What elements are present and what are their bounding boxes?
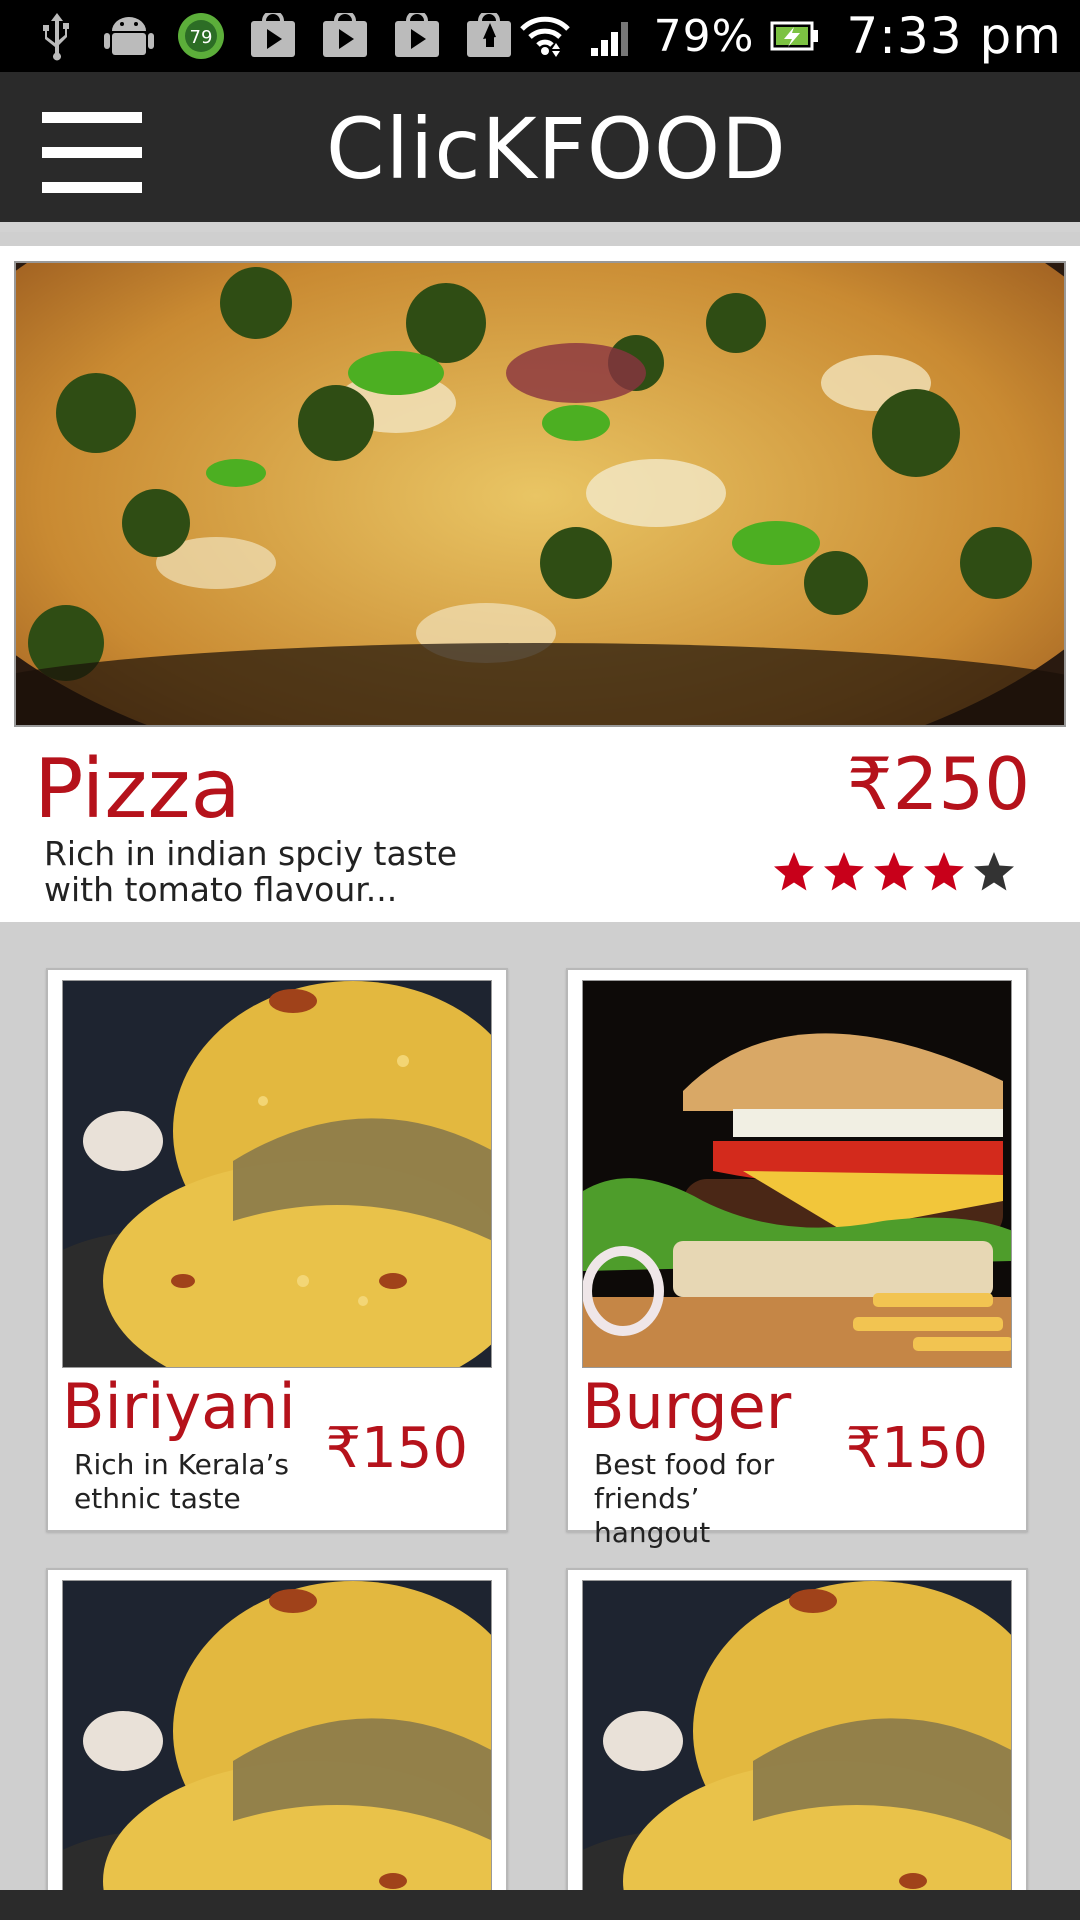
system-nav-bar <box>0 1890 1080 1920</box>
featured-item-card[interactable]: Pizza ₹250 Rich in indian spciy taste wi… <box>0 244 1080 922</box>
badge-count: 79 <box>190 27 213 48</box>
food-card-desc-line-2: friends’ hangout <box>594 1482 711 1549</box>
biriyani-image[interactable] <box>582 1580 1012 1890</box>
star-filled-icon <box>824 852 864 891</box>
food-card-desc-line-1: Rich in Kerala’s <box>74 1448 289 1481</box>
rating-stars <box>772 850 1016 894</box>
burger-image[interactable] <box>582 980 1012 1368</box>
play-store-icon <box>390 10 444 62</box>
star-filled-icon <box>924 852 964 891</box>
app-toolbar: ClicKFOOD <box>0 72 1080 232</box>
wifi-icon <box>518 10 572 62</box>
food-card-desc-line-2: ethnic taste <box>74 1482 241 1515</box>
featured-desc-line-1: Rich in indian spciy taste <box>44 834 458 873</box>
featured-item-price: ₹250 <box>846 742 1030 826</box>
food-card-name: Burger <box>582 1370 792 1443</box>
star-filled-icon <box>874 852 914 891</box>
android-debug-icon <box>102 10 156 62</box>
play-store-icon <box>318 10 372 62</box>
hamburger-menu-icon[interactable] <box>42 112 142 194</box>
food-card[interactable] <box>566 1568 1028 1890</box>
app-title: ClicKFOOD <box>326 100 787 198</box>
play-store-icon <box>462 10 516 62</box>
food-card-desc-line-1: Best food for <box>594 1448 775 1481</box>
food-card[interactable]: Biriyani ₹150 Rich in Kerala’s ethnic ta… <box>46 968 508 1532</box>
food-card-description: Best food for friends’ hangout <box>594 1448 814 1550</box>
food-card-price: ₹150 <box>325 1416 468 1481</box>
star-empty-icon <box>974 852 1014 891</box>
play-store-icon <box>246 10 300 62</box>
battery-percent: 79% <box>653 10 755 62</box>
food-card[interactable]: Burger ₹150 Best food for friends’ hango… <box>566 968 1028 1549</box>
food-card[interactable] <box>46 1568 508 1890</box>
badge-79-icon: 79 <box>174 10 228 62</box>
featured-desc-line-2: with tomato flavour... <box>44 870 398 909</box>
featured-item-description: Rich in indian spciy taste with tomato f… <box>44 836 564 908</box>
usb-icon <box>30 10 84 62</box>
food-card-name: Biriyani <box>62 1370 296 1443</box>
food-card-description: Rich in Kerala’s ethnic taste <box>74 1448 294 1516</box>
biriyani-image[interactable] <box>62 980 492 1368</box>
status-bar: 79 79% 7:33 pm <box>0 0 1080 72</box>
signal-icon <box>586 10 640 62</box>
featured-item-name: Pizza <box>34 742 241 837</box>
star-filled-icon <box>774 852 814 891</box>
food-grid: Biriyani ₹150 Rich in Kerala’s ethnic ta… <box>0 922 1080 1890</box>
food-card-price: ₹150 <box>845 1416 988 1481</box>
clock-time: 7:33 pm <box>846 7 1062 65</box>
battery-charging-icon <box>768 10 822 62</box>
biriyani-image[interactable] <box>62 1580 492 1890</box>
pizza-image[interactable] <box>14 261 1066 727</box>
